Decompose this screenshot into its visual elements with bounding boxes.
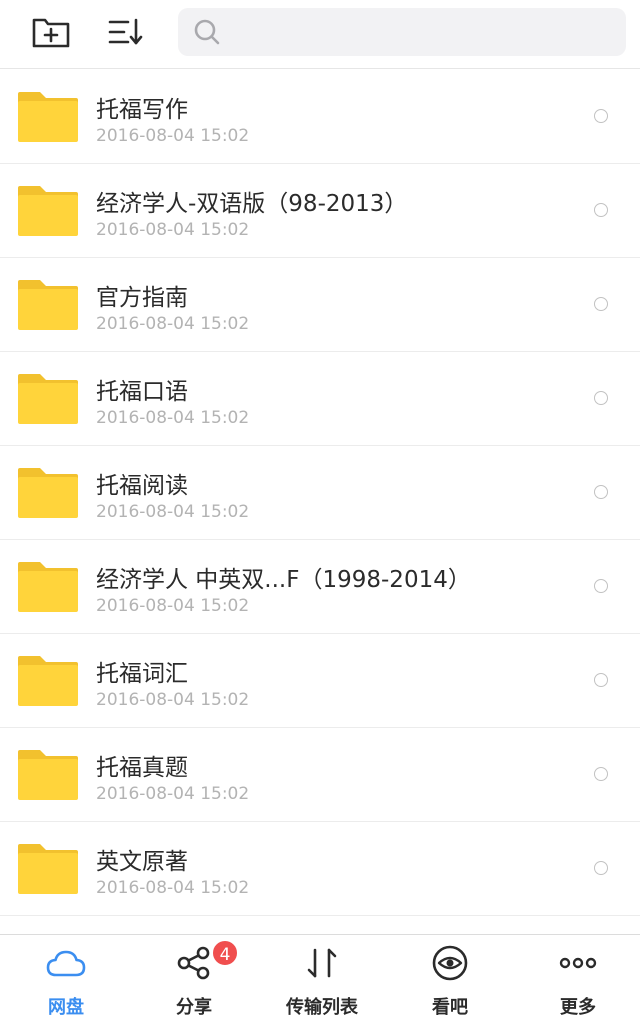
list-item[interactable]: 托福真题 2016-08-04 15:02 [0, 728, 640, 822]
file-name: 官方指南 [96, 285, 188, 311]
file-name: 托福阅读 [96, 473, 188, 499]
search-icon [192, 17, 222, 47]
bottom-tab-bar: 网盘 4 分享 传输列表 看吧 更多 [0, 934, 640, 1019]
transfer-icon [302, 943, 342, 983]
list-item[interactable]: 官方指南 2016-08-04 15:02 [0, 258, 640, 352]
folder-icon [18, 92, 78, 142]
select-radio[interactable] [594, 109, 608, 123]
file-date: 2016-08-04 15:02 [96, 220, 250, 240]
tab-label: 看吧 [432, 997, 468, 1018]
file-date: 2016-08-04 15:02 [96, 314, 250, 334]
tab-more[interactable]: 更多 [514, 935, 640, 1019]
folder-icon [18, 186, 78, 236]
list-item[interactable]: 托福写作 2016-08-04 15:02 [0, 70, 640, 164]
top-bar [0, 0, 640, 69]
file-name: 经济学人 中英双...F（1998-2014） [96, 567, 471, 593]
search-input[interactable] [230, 19, 614, 45]
file-name: 托福口语 [96, 379, 188, 405]
share-icon [174, 943, 214, 983]
list-item[interactable]: 经济学人 中英双...F（1998-2014） 2016-08-04 15:02 [0, 540, 640, 634]
file-name: 托福词汇 [96, 661, 188, 687]
new-folder-button[interactable] [29, 10, 73, 54]
folder-icon [18, 468, 78, 518]
new-folder-icon [32, 18, 70, 48]
cloud-icon [46, 943, 86, 983]
select-radio[interactable] [594, 673, 608, 687]
select-radio[interactable] [594, 579, 608, 593]
file-name: 托福真题 [96, 755, 188, 781]
folder-icon [18, 844, 78, 894]
folder-icon [18, 280, 78, 330]
select-radio[interactable] [594, 297, 608, 311]
file-name: 托福写作 [96, 97, 188, 123]
list-item[interactable]: 托福词汇 2016-08-04 15:02 [0, 634, 640, 728]
file-date: 2016-08-04 15:02 [96, 502, 250, 522]
list-item[interactable]: 英文原著 2016-08-04 15:02 [0, 822, 640, 916]
sort-button[interactable] [104, 10, 148, 54]
select-radio[interactable] [594, 203, 608, 217]
search-bar[interactable] [178, 8, 626, 56]
list-item[interactable]: 托福口语 2016-08-04 15:02 [0, 352, 640, 446]
file-date: 2016-08-04 15:02 [96, 126, 250, 146]
file-name: 英文原著 [96, 849, 188, 875]
file-date: 2016-08-04 15:02 [96, 690, 250, 710]
tab-label: 更多 [560, 997, 596, 1018]
select-radio[interactable] [594, 391, 608, 405]
tab-kanba[interactable]: 看吧 [386, 935, 514, 1019]
more-icon [558, 943, 598, 983]
select-radio[interactable] [594, 861, 608, 875]
list-item[interactable]: 经济学人-双语版（98-2013） 2016-08-04 15:02 [0, 164, 640, 258]
notification-badge: 4 [211, 939, 239, 967]
file-date: 2016-08-04 15:02 [96, 878, 250, 898]
select-radio[interactable] [594, 767, 608, 781]
folder-icon [18, 656, 78, 706]
tab-share[interactable]: 4 分享 [130, 935, 258, 1019]
file-date: 2016-08-04 15:02 [96, 596, 250, 616]
folder-icon [18, 750, 78, 800]
list-item[interactable]: 托福阅读 2016-08-04 15:02 [0, 446, 640, 540]
folder-icon [18, 562, 78, 612]
select-radio[interactable] [594, 485, 608, 499]
tab-netdisk[interactable]: 网盘 [2, 935, 130, 1019]
tab-label: 网盘 [48, 997, 84, 1018]
file-list: 托福写作 2016-08-04 15:02 经济学人-双语版（98-2013） … [0, 70, 640, 934]
folder-icon [18, 374, 78, 424]
file-date: 2016-08-04 15:02 [96, 784, 250, 804]
eye-icon [430, 943, 470, 983]
file-name: 经济学人-双语版（98-2013） [96, 191, 408, 217]
sort-icon [108, 18, 143, 45]
tab-transfer-list[interactable]: 传输列表 [258, 935, 386, 1019]
file-date: 2016-08-04 15:02 [96, 408, 250, 428]
tab-label: 传输列表 [286, 997, 358, 1018]
tab-label: 分享 [176, 997, 212, 1018]
